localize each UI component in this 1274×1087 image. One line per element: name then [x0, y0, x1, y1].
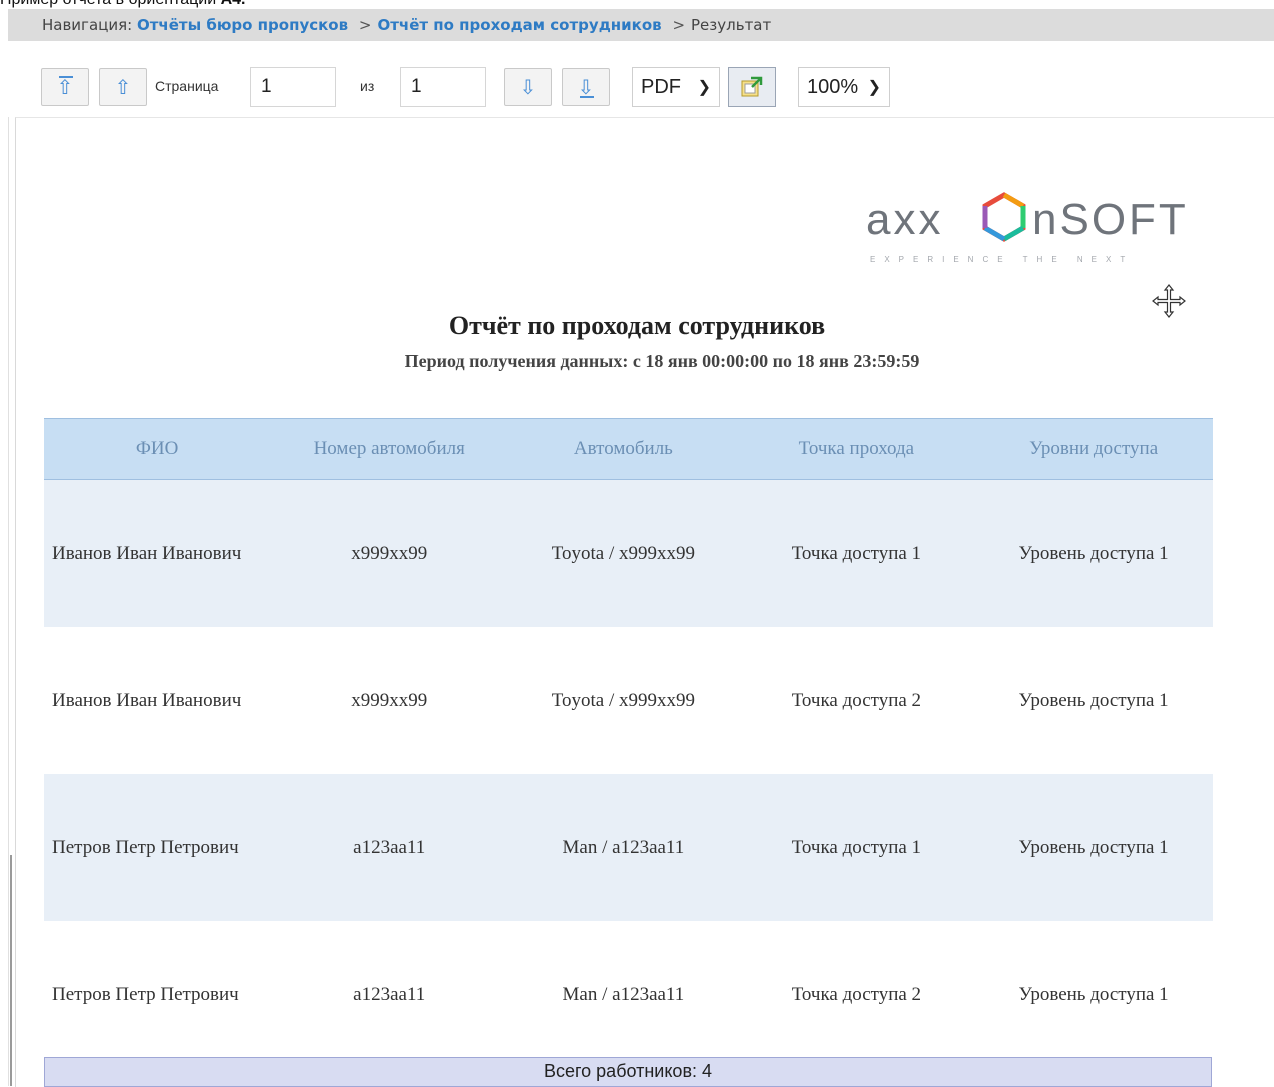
cell-plate: a123aa11 [353, 983, 426, 1005]
logo-image: axx nSOFT EXPERIENCE THE NEXT [866, 192, 1189, 264]
table-row: Иванов Иван Иванович x999xx99 Toyota / x… [44, 627, 1213, 774]
zoom-select[interactable]: 100% ❯ [798, 67, 890, 107]
report-title: Отчёт по проходам сотрудников [448, 311, 826, 340]
cell-name: Петров Петр Петрович [52, 983, 239, 1005]
cell-car: Toyota / x999xx99 [508, 479, 739, 627]
last-page-bar [580, 96, 594, 98]
cell-access-level: Уровень доступа 1 [974, 479, 1213, 627]
cell-plate: a123aa11 [270, 774, 509, 921]
cell-access-point: Точка доступа 2 [791, 689, 922, 711]
column-header-access-point: Точка прохода [738, 418, 975, 480]
cell-access-level: Уровень доступа 1 [1018, 983, 1169, 1005]
export-format-value: PDF [641, 76, 681, 98]
cell-access-level: Уровень доступа 1 [1018, 689, 1169, 711]
table-row: Петров Петр Петрович a123aa11 Man / a123… [44, 774, 1213, 921]
next-page-button[interactable]: ⇩ [504, 68, 552, 106]
chevron-down-icon: ❯ [697, 79, 711, 96]
arrow-up-icon: ⇧ [56, 75, 74, 99]
first-page-bar [59, 76, 73, 78]
left-divider [8, 41, 9, 1086]
column-header-car: Автомобиль [508, 418, 739, 480]
total-pages-field: 1 [400, 67, 486, 107]
page-number-input[interactable]: 1 [250, 67, 336, 107]
cell-access-level: Уровень доступа 1 [974, 774, 1213, 921]
table-header-row: ФИО Номер автомобиля Автомобиль Точка пр… [44, 418, 1213, 480]
company-logo: axx nSOFT EXPERIENCE THE NEXT [866, 190, 1206, 270]
cell-access-point: Точка доступа 2 [791, 983, 922, 1005]
svg-text:axx: axx [866, 195, 943, 244]
cell-plate: x999xx99 [270, 479, 509, 627]
breadcrumb-separator: > [358, 16, 372, 34]
document-caption: Пример отчета в ориентации A4. [0, 0, 246, 8]
caption-prefix: Пример отчета в ориентации [0, 0, 221, 8]
total-employees: Всего работников: 4 [44, 1057, 1212, 1087]
report-period: Период получения данных: с 18 янв 00:00:… [404, 351, 920, 371]
export-icon [741, 76, 763, 97]
cell-name: Петров Петр Петрович [44, 774, 271, 921]
arrow-up-icon: ⇧ [114, 75, 132, 99]
breadcrumb: Навигация: Отчёты бюро пропусков > Отчёт … [42, 16, 771, 34]
export-button[interactable] [728, 67, 776, 107]
breadcrumb-current: Результат [691, 16, 772, 34]
column-header-name: ФИО [44, 418, 271, 480]
arrow-down-icon: ⇩ [519, 75, 537, 99]
cell-name: Иванов Иван Иванович [44, 479, 271, 627]
cell-car: Man / a123aa11 [508, 774, 739, 921]
first-page-button[interactable]: ⇧ [41, 68, 89, 106]
report-toolbar: ⇧ ⇧ Страница 1 из 1 ⇩ ⇩ PDF ❯ 100% ❯ [8, 41, 1274, 117]
svg-text:EXPERIENCE THE NEXT: EXPERIENCE THE NEXT [870, 255, 1134, 264]
caption-bold: A4. [221, 0, 246, 8]
last-page-button[interactable]: ⇩ [562, 68, 610, 106]
page-label: Страница [155, 78, 219, 94]
breadcrumb-separator: > [672, 16, 686, 34]
report-table: ФИО Номер автомобиля Автомобиль Точка пр… [44, 418, 1213, 1068]
cell-access-point: Точка доступа 1 [738, 774, 975, 921]
column-header-plate: Номер автомобиля [270, 418, 509, 480]
svg-text:nSOFT: nSOFT [1032, 195, 1189, 244]
cell-plate: x999xx99 [351, 689, 428, 711]
zoom-value: 100% [807, 76, 859, 98]
cell-car: Toyota / x999xx99 [551, 689, 696, 711]
breadcrumb-bar: Навигация: Отчёты бюро пропусков > Отчёт … [8, 9, 1274, 42]
chevron-down-icon: ❯ [867, 79, 881, 96]
table-row: Петров Петр Петрович a123aa11 Man / a123… [44, 921, 1213, 1068]
cell-access-point: Точка доступа 1 [738, 479, 975, 627]
table-row: Иванов Иван Иванович x999xx99 Toyota / x… [44, 479, 1213, 627]
breadcrumb-link-pass-reports[interactable]: Отчёты бюро пропусков [137, 16, 348, 34]
export-format-select[interactable]: PDF ❯ [632, 67, 720, 107]
breadcrumb-link-passages-report[interactable]: Отчёт по проходам сотрудников [377, 16, 661, 34]
cell-car: Man / a123aa11 [562, 983, 685, 1005]
previous-page-button[interactable]: ⇧ [99, 68, 147, 106]
breadcrumb-label: Навигация: [42, 16, 133, 34]
of-label: из [360, 78, 375, 94]
column-header-access-levels: Уровни доступа [974, 418, 1213, 480]
arrow-down-icon: ⇩ [577, 75, 595, 99]
cell-name: Иванов Иван Иванович [52, 689, 242, 711]
left-scroll-edge [10, 855, 12, 1086]
